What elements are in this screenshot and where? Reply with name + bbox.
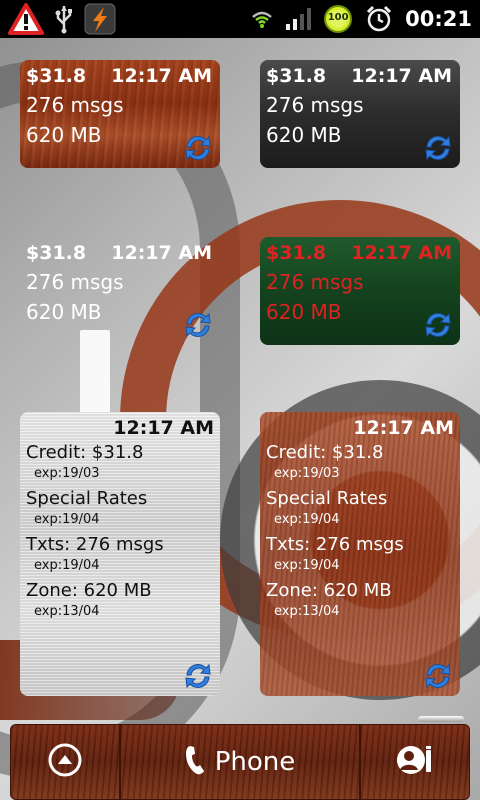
txts-label: Txts: 276 msgs xyxy=(26,534,164,555)
phone-icon xyxy=(185,744,207,780)
balance-widget-dark[interactable]: $31.8 12:17 AM 276 msgs 620 MB xyxy=(260,60,460,168)
zone-label: Zone: 620 MB xyxy=(26,580,152,601)
credit-expiry: exp:19/03 xyxy=(34,466,100,481)
battery-level: 100 xyxy=(327,12,349,23)
zone-expiry: exp:13/04 xyxy=(34,604,100,619)
battery-icon[interactable]: 100 xyxy=(323,4,353,34)
wifi-icon[interactable] xyxy=(251,9,273,29)
credit-label: Credit: $31.8 xyxy=(266,442,384,463)
txts-label: Txts: 276 msgs xyxy=(266,534,404,555)
detail-widget-wood[interactable]: 12:17 AM Credit: $31.8 exp:19/03 Special… xyxy=(260,412,460,696)
special-rates-label: Special Rates xyxy=(266,488,388,509)
data-amount: 620 MB xyxy=(266,300,342,324)
zone-label: Zone: 620 MB xyxy=(266,580,392,601)
update-time: 12:17 AM xyxy=(111,65,212,87)
data-amount: 620 MB xyxy=(26,123,102,147)
alarm-icon[interactable] xyxy=(365,5,393,33)
msgs-count: 276 msgs xyxy=(266,93,364,117)
refresh-icon[interactable] xyxy=(422,660,454,692)
data-amount: 620 MB xyxy=(266,123,342,147)
detail-widget-metal[interactable]: 12:17 AM Credit: $31.8 exp:19/03 Special… xyxy=(20,412,220,696)
update-time: 12:17 AM xyxy=(351,242,452,264)
special-rates-expiry: exp:19/04 xyxy=(34,512,100,527)
credit-amount: $31.8 xyxy=(26,242,87,264)
drawer-handle[interactable] xyxy=(418,716,464,722)
app-drawer-button[interactable] xyxy=(10,724,120,800)
msgs-count: 276 msgs xyxy=(266,270,364,294)
home-screen: 100 00:21 $31.8 12:17 AM 276 msgs 620 MB… xyxy=(0,0,480,800)
txts-expiry: exp:19/04 xyxy=(274,558,340,573)
balance-widget-clear[interactable]: $31.8 12:17 AM 276 msgs 620 MB xyxy=(20,237,220,345)
credit-label: Credit: $31.8 xyxy=(26,442,144,463)
balance-widget-wood[interactable]: $31.8 12:17 AM 276 msgs 620 MB xyxy=(20,60,220,168)
credit-amount: $31.8 xyxy=(266,65,327,87)
special-rates-expiry: exp:19/04 xyxy=(274,512,340,527)
balance-widget-green[interactable]: $31.8 12:17 AM 276 msgs 620 MB xyxy=(260,237,460,345)
credit-amount: $31.8 xyxy=(26,65,87,87)
warning-icon[interactable] xyxy=(8,3,44,35)
msgs-count: 276 msgs xyxy=(26,93,124,117)
msgs-count: 276 msgs xyxy=(26,270,124,294)
contacts-icon xyxy=(395,744,435,780)
refresh-icon[interactable] xyxy=(182,660,214,692)
usb-icon[interactable] xyxy=(54,4,74,34)
chevron-up-icon xyxy=(48,743,82,781)
phone-label: Phone xyxy=(214,747,296,777)
special-rates-label: Special Rates xyxy=(26,488,148,509)
status-bar[interactable]: 100 00:21 xyxy=(0,0,480,38)
refresh-icon[interactable] xyxy=(182,309,214,341)
update-time: 12:17 AM xyxy=(351,65,452,87)
signal-icon[interactable] xyxy=(285,7,312,31)
update-time: 12:17 AM xyxy=(111,242,212,264)
status-clock: 00:21 xyxy=(405,7,472,31)
credit-expiry: exp:19/03 xyxy=(274,466,340,481)
update-time: 12:17 AM xyxy=(113,417,214,439)
refresh-icon[interactable] xyxy=(422,132,454,164)
refresh-icon[interactable] xyxy=(422,309,454,341)
contacts-button[interactable] xyxy=(360,724,470,800)
data-amount: 620 MB xyxy=(26,300,102,324)
refresh-icon[interactable] xyxy=(182,132,214,164)
phone-button[interactable]: Phone xyxy=(120,724,360,800)
update-time: 12:17 AM xyxy=(353,417,454,439)
dock: Phone xyxy=(10,724,470,800)
txts-expiry: exp:19/04 xyxy=(34,558,100,573)
zone-expiry: exp:13/04 xyxy=(274,604,340,619)
credit-amount: $31.8 xyxy=(266,242,327,264)
flash-app-icon[interactable] xyxy=(84,3,116,35)
